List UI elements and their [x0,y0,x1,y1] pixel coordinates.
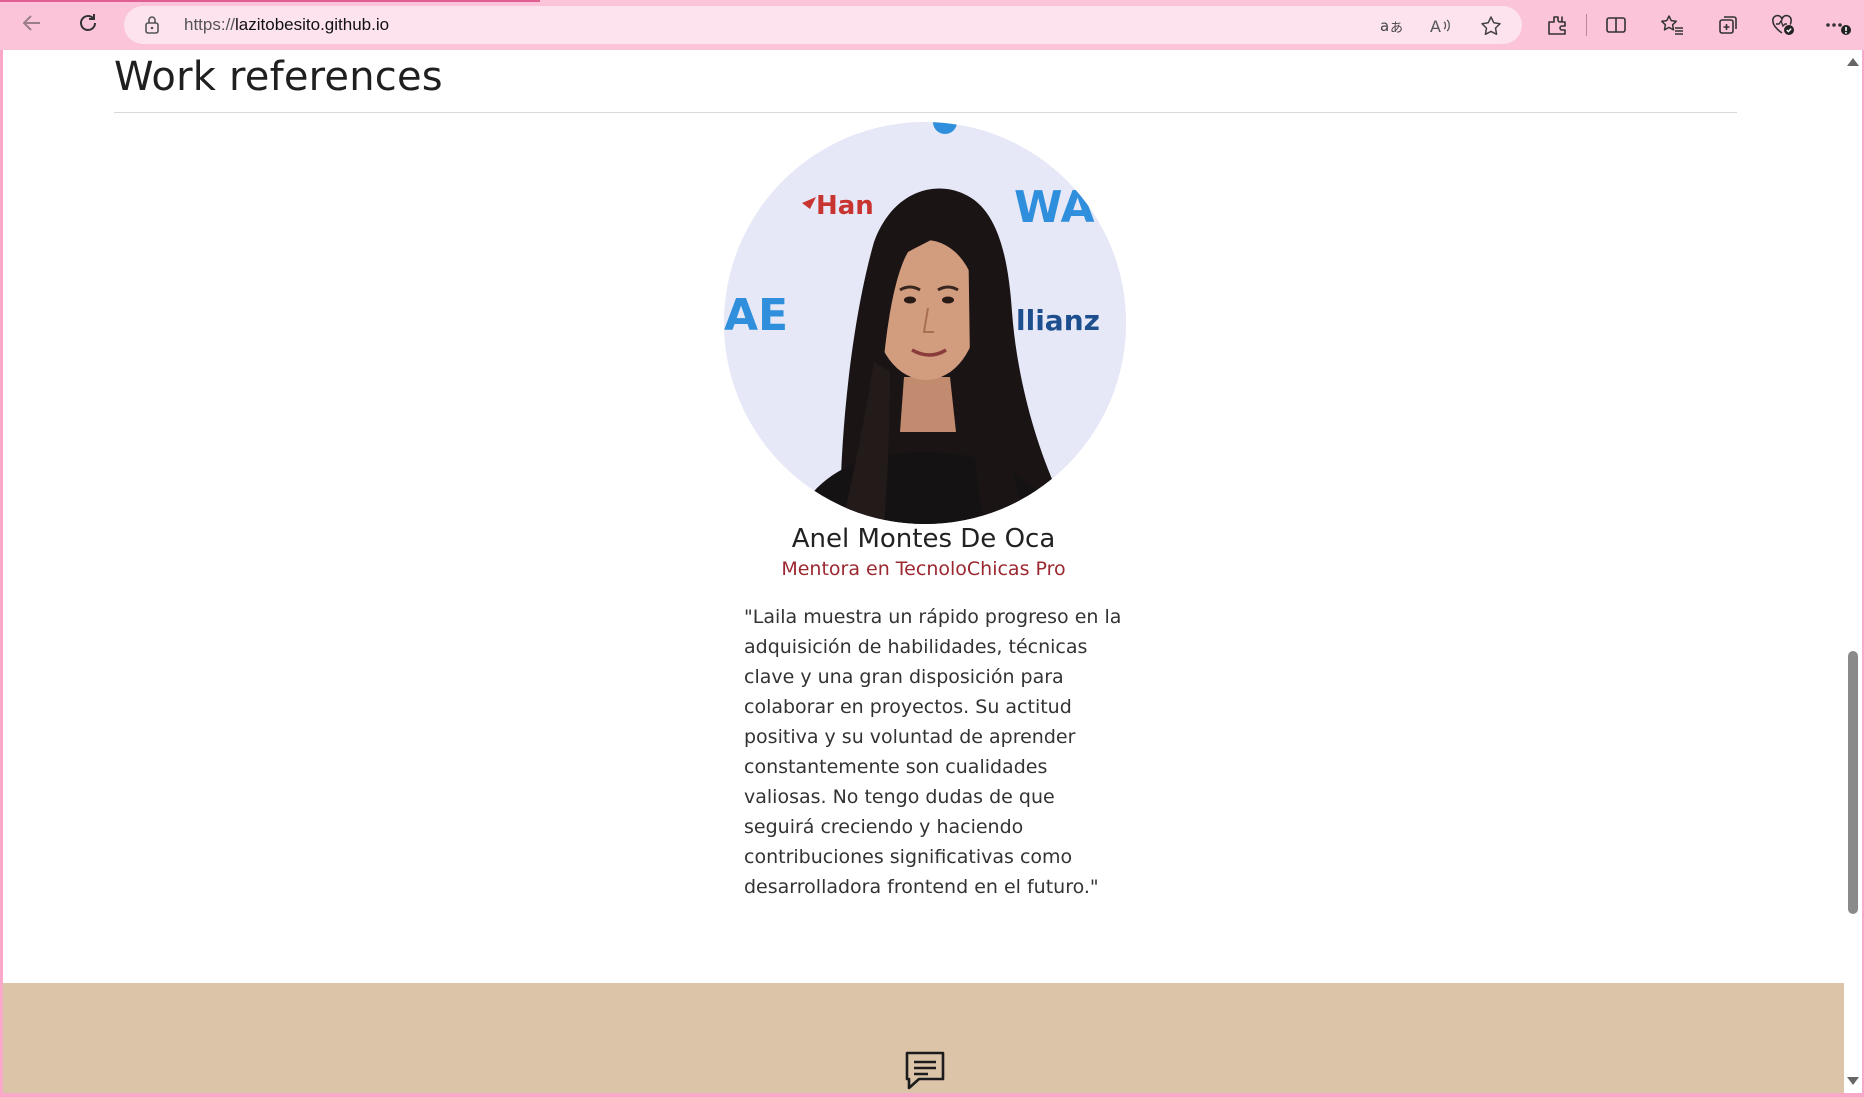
more-icon[interactable] [1823,10,1855,40]
toolbar-divider [1586,14,1587,36]
url-text[interactable]: https://lazitobesito.github.io [184,15,389,35]
favorite-star-icon[interactable] [1476,14,1506,38]
back-icon [21,12,43,38]
page-scrollbar[interactable] [1844,50,1862,1093]
read-aloud-icon[interactable]: A [1426,14,1456,38]
svg-text:A: A [1430,17,1441,36]
backdrop-logo-2: WA [1014,182,1095,233]
back-button[interactable] [14,8,50,42]
url-host: lazitobesito.github.io [235,15,390,34]
reference-photo: Han WA AE llianz [724,122,1126,524]
scroll-down-arrow[interactable] [1847,1077,1859,1085]
browser-essentials-icon[interactable] [1767,10,1799,40]
collections-icon[interactable] [1712,10,1744,40]
address-bar[interactable]: https://lazitobesito.github.io aあ A [124,6,1522,44]
svg-text:あ: あ [1390,21,1403,36]
backdrop-logo-4: llianz [1016,304,1100,337]
backdrop-logo-1: Han [816,191,874,221]
url-scheme: https:// [184,15,236,34]
contact-section [3,983,1844,1093]
section-divider [114,112,1737,113]
favorites-icon[interactable] [1656,10,1688,40]
page-viewport: Work references Han WA AE llianz Anel Mo… [3,50,1844,1093]
reference-quote: "Laila muestra un rápido progreso en la … [744,606,1122,898]
browser-toolbar: https://lazitobesito.github.io aあ A [0,0,1864,50]
split-screen-icon[interactable] [1600,10,1632,40]
extensions-icon[interactable] [1541,10,1573,40]
reference-role: Mentora en TecnoloChicas Pro [781,558,1066,580]
reference-name: Anel Montes De Oca [791,524,1056,554]
scroll-up-arrow[interactable] [1847,58,1859,66]
translate-icon[interactable]: aあ [1376,14,1406,38]
refresh-icon [77,12,99,38]
svg-text:a: a [1380,17,1389,35]
chat-icon [903,1049,947,1093]
lock-icon[interactable] [144,15,160,39]
refresh-button[interactable] [70,8,106,42]
backdrop-logo-3: AE [724,290,788,341]
section-title: Work references [114,54,443,100]
scrollbar-thumb[interactable] [1848,651,1858,914]
